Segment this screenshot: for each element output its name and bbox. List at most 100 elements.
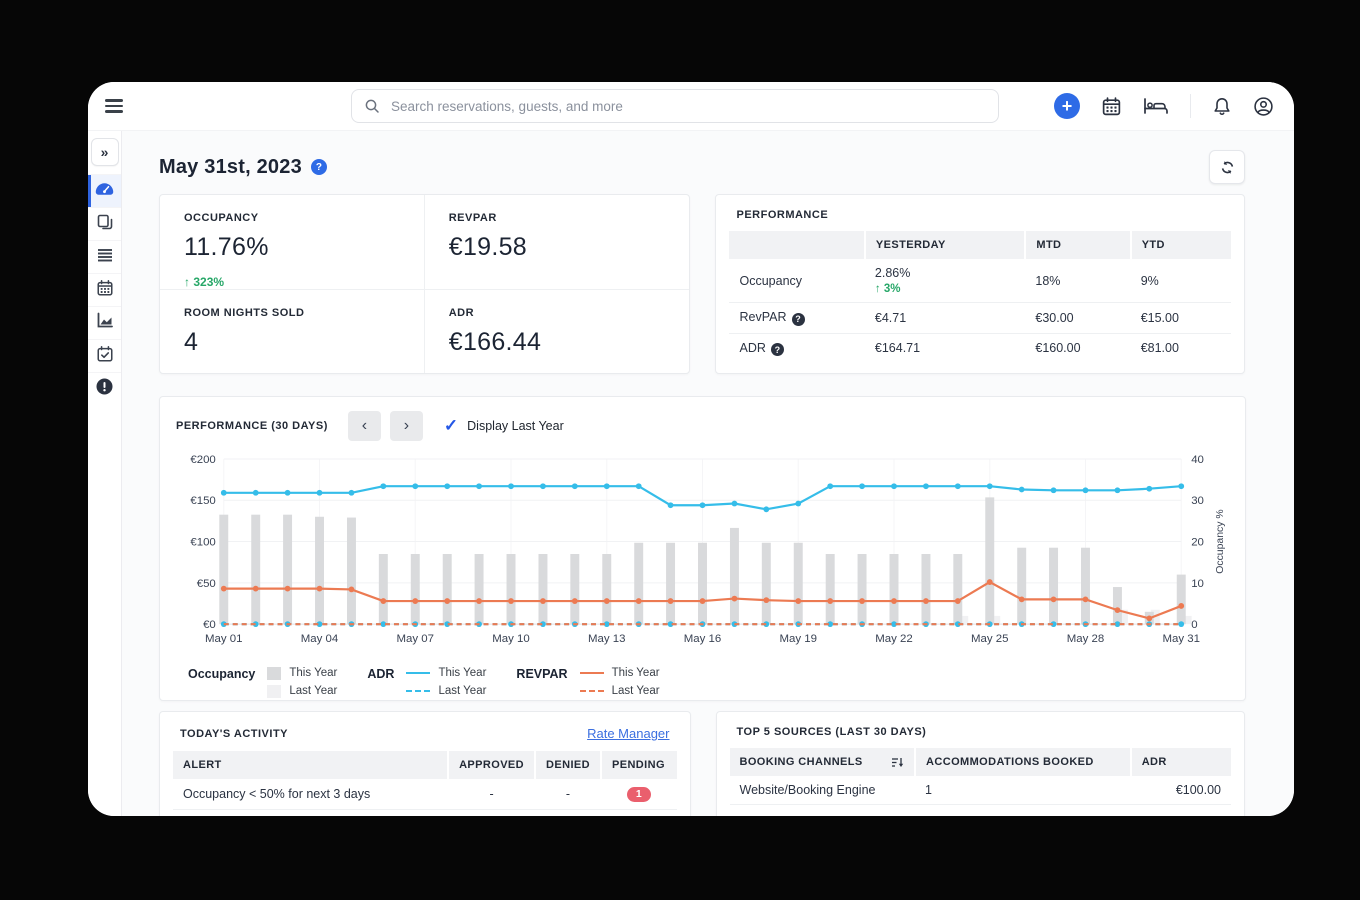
tasks-calendar-check-icon (96, 345, 114, 368)
sort-icon[interactable] (892, 757, 904, 768)
performance-chart: €0€50€100€150€200010203040Occupancy %May… (176, 447, 1229, 663)
sidebar: » (88, 131, 122, 816)
account-icon[interactable] (1253, 96, 1274, 117)
alert-cell: Occupancy < 50% for next 3 days (173, 779, 448, 810)
sidebar-item-alerts[interactable] (88, 372, 121, 405)
svg-text:Occupancy %: Occupancy % (1215, 509, 1226, 573)
search-icon (364, 98, 380, 114)
table-row: ADR? €164.71 €160.00 €81.00 (729, 333, 1231, 363)
svg-text:May 13: May 13 (588, 633, 626, 645)
sidebar-item-dashboard[interactable] (88, 174, 121, 207)
notifications-icon[interactable] (1212, 96, 1232, 117)
chart-legend: Occupancy This Year Last Year ADR This Y… (176, 666, 1229, 698)
cell-ytd: €81.00 (1131, 333, 1231, 363)
kpi-delta: ↑ 323% (184, 275, 424, 289)
pending-badge[interactable]: 1 (627, 787, 651, 803)
sidebar-item-tasks[interactable] (88, 339, 121, 372)
performance-table: YESTERDAY MTD YTD Occupancy 2.86% ↑ 3% (729, 231, 1231, 363)
sidebar-item-reservations[interactable] (88, 240, 121, 273)
svg-text:10: 10 (1191, 578, 1204, 590)
sidebar-item-reports[interactable] (88, 306, 121, 339)
add-icon[interactable]: + (1054, 93, 1080, 119)
help-icon[interactable]: ? (771, 343, 784, 356)
cell-ytd: €15.00 (1131, 303, 1231, 334)
global-search[interactable] (351, 89, 999, 123)
approved-cell: - (448, 779, 535, 810)
cell-yesterday: 2.86% ↑ 3% (865, 259, 1025, 303)
cell-mtd: 18% (1025, 259, 1130, 303)
next-button[interactable]: › (390, 411, 423, 441)
sidebar-item-pages[interactable] (88, 207, 121, 240)
prev-button[interactable]: ‹ (348, 411, 381, 441)
svg-text:May 10: May 10 (492, 633, 530, 645)
calendar-icon (96, 279, 114, 302)
line-swatch-cyan (406, 672, 430, 674)
calendar-icon[interactable] (1101, 96, 1122, 117)
column-header[interactable]: BOOKING CHANNELS (730, 748, 916, 776)
adr-cell: €100.00 (1131, 776, 1231, 805)
kpi-occupancy: OCCUPANCY 11.76% ↑ 323% (160, 195, 425, 290)
refresh-button[interactable] (1209, 150, 1245, 184)
cell-mtd: €160.00 (1025, 333, 1130, 363)
line-swatch-orange (580, 672, 604, 674)
arrow-up-icon: ↑ (875, 283, 881, 295)
booked-cell[interactable]: 1 (915, 776, 1131, 805)
activity-table: ALERT APPROVED DENIED PENDING Occupancy … (173, 751, 677, 810)
topbar-actions: + (1054, 93, 1274, 119)
column-header: YTD (1131, 231, 1231, 259)
svg-text:€150: €150 (190, 495, 215, 507)
todays-activity-card: TODAY'S ACTIVITY Rate Manager ALERT APPR… (159, 711, 691, 816)
svg-text:May 28: May 28 (1067, 633, 1105, 645)
column-header: ACCOMMODATIONS BOOKED (915, 748, 1131, 776)
kpi-card: OCCUPANCY 11.76% ↑ 323% REVPAR €19.58 RO… (159, 194, 690, 374)
chart-title: PERFORMANCE (30 DAYS) (176, 420, 328, 432)
kpi-value: €166.44 (449, 328, 690, 357)
svg-text:May 22: May 22 (875, 633, 913, 645)
menu-icon[interactable] (105, 96, 123, 115)
sidebar-item-calendar[interactable] (88, 273, 121, 306)
cell-yesterday: €164.71 (865, 333, 1025, 363)
kpi-room-nights-sold: ROOM NIGHTS SOLD 4 (160, 290, 425, 373)
kpi-label: OCCUPANCY (184, 212, 424, 224)
kpi-value: €19.58 (449, 233, 690, 262)
column-header: DENIED (535, 751, 601, 779)
sources-table: BOOKING CHANNELS ACCOMMODATIONS BOOKED A… (730, 748, 1232, 805)
svg-text:20: 20 (1191, 537, 1204, 549)
table-row: RevPAR? €4.71 €30.00 €15.00 (729, 303, 1231, 334)
legend-group-occupancy: Occupancy This Year Last Year (188, 666, 337, 698)
rate-manager-link[interactable]: Rate Manager (587, 726, 669, 741)
kpi-adr: ADR €166.44 (425, 290, 690, 373)
help-icon[interactable]: ? (792, 313, 805, 326)
kpi-label: ROOM NIGHTS SOLD (184, 307, 424, 319)
alerts-icon (96, 378, 113, 400)
row-label: RevPAR? (729, 303, 864, 334)
topbar: + (88, 82, 1294, 131)
table-row: Occupancy < 50% for next 3 days - - 1 (173, 779, 677, 810)
check-icon: ✓ (444, 416, 458, 436)
display-last-year-checkbox[interactable]: ✓ Display Last Year (444, 416, 564, 436)
svg-text:40: 40 (1191, 454, 1204, 466)
row-label: Occupancy (729, 259, 864, 303)
cell-mtd: €30.00 (1025, 303, 1130, 334)
kpi-value: 11.76% (184, 233, 424, 262)
app-window: + » (88, 82, 1294, 816)
sources-title: TOP 5 SOURCES (LAST 30 DAYS) (730, 726, 1232, 738)
dashboard-gauge-icon (95, 182, 114, 201)
refresh-icon (1220, 160, 1235, 175)
help-icon[interactable]: ? (311, 159, 327, 175)
arrow-up-icon: ↑ (184, 275, 190, 289)
search-input[interactable] (389, 98, 986, 115)
lodging-icon[interactable] (1143, 97, 1169, 115)
cell-yesterday: €4.71 (865, 303, 1025, 334)
svg-text:May 07: May 07 (397, 633, 435, 645)
bar-swatch-light (267, 685, 281, 698)
svg-text:May 31: May 31 (1162, 633, 1200, 645)
dashed-line-swatch-cyan (406, 690, 430, 692)
expand-icon[interactable]: » (91, 138, 119, 166)
activity-title: TODAY'S ACTIVITY (180, 728, 288, 740)
row-label: ADR? (729, 333, 864, 363)
svg-text:0: 0 (1191, 619, 1197, 631)
performance-title: PERFORMANCE (729, 209, 1231, 221)
svg-text:May 19: May 19 (779, 633, 817, 645)
main-content: May 31st, 2023 ? OCCUPANCY 11.76% ↑ 323% (122, 131, 1294, 816)
